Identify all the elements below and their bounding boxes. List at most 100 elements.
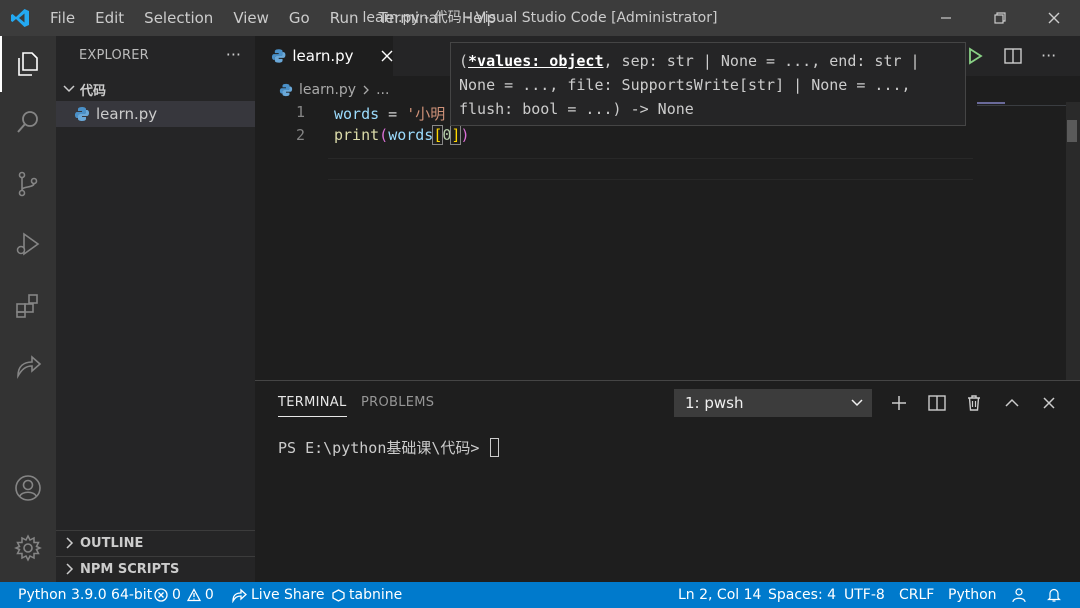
python-interpreter[interactable]: Python 3.9.0 64-bit — [18, 582, 152, 608]
menu-file[interactable]: File — [40, 0, 85, 36]
chevron-right-icon — [66, 563, 74, 575]
breadcrumb: learn.py ... — [279, 79, 389, 101]
trash-icon — [968, 395, 980, 411]
problems-indicator[interactable]: 0 0 — [154, 582, 214, 608]
tab-terminal[interactable]: TERMINAL — [278, 395, 347, 417]
menu-run[interactable]: Run — [320, 0, 369, 36]
warning-count: 0 — [204, 587, 214, 603]
explorer-sidebar: EXPLORER ··· 代码 learn.py OUTLINE NPM SCR… — [56, 36, 255, 582]
vscode-logo-icon — [0, 0, 40, 36]
chevron-right-icon — [66, 537, 74, 549]
account-icon[interactable] — [0, 460, 56, 516]
cursor-position[interactable]: Ln 2, Col 14 — [678, 582, 761, 608]
maximize-panel-button[interactable] — [998, 389, 1026, 417]
file-item-learn-py[interactable]: learn.py — [56, 101, 255, 127]
editor-scrollbar-thumb[interactable] — [1067, 120, 1077, 142]
file-name: learn.py — [96, 105, 158, 123]
menu-help[interactable]: Help — [452, 0, 506, 36]
tab-terminal-label: TERMINAL — [278, 395, 347, 410]
npm-scripts-label: NPM SCRIPTS — [80, 561, 180, 577]
terminal-prompt: PS E:\python基础课\代码> — [278, 439, 489, 457]
restore-button[interactable] — [974, 0, 1026, 36]
terminal-output[interactable]: PS E:\python基础课\代码> — [278, 437, 500, 458]
folder-name: 代码 — [80, 83, 107, 99]
language-mode[interactable]: Python — [948, 582, 997, 608]
live-share-label: Live Share — [251, 587, 325, 603]
tab-problems[interactable]: PROBLEMS — [361, 395, 434, 410]
notifications-bell-icon[interactable] — [1046, 582, 1062, 608]
tabnine-icon — [332, 588, 345, 602]
close-panel-button[interactable] — [1035, 389, 1063, 417]
code-token-op: = — [379, 105, 407, 123]
signature-active-param: *values: object — [468, 52, 604, 70]
live-share-icon[interactable] — [0, 338, 56, 394]
folder-row[interactable]: 代码 — [56, 78, 255, 100]
restore-icon — [994, 12, 1006, 24]
menu-edit[interactable]: Edit — [85, 0, 134, 36]
editor-scrollbar[interactable] — [1066, 102, 1080, 380]
extensions-icon[interactable] — [0, 278, 56, 334]
menu-view[interactable]: View — [223, 0, 279, 36]
minimap[interactable] — [977, 102, 1005, 104]
menu-selection[interactable]: Selection — [134, 0, 223, 36]
npm-scripts-section[interactable]: NPM SCRIPTS — [56, 556, 255, 581]
code-line-2[interactable]: print(words[0]) — [334, 125, 469, 145]
error-icon — [154, 588, 168, 602]
outline-section[interactable]: OUTLINE — [56, 530, 255, 555]
close-icon — [1048, 12, 1060, 24]
signature-line-2: None = ..., file: SupportsWrite[str] | N… — [459, 76, 911, 94]
terminal-cursor — [490, 438, 500, 457]
new-terminal-button[interactable] — [885, 389, 913, 417]
feedback-icon[interactable] — [1011, 582, 1027, 608]
python-file-icon — [279, 83, 293, 97]
explorer-more-button[interactable]: ··· — [226, 45, 241, 64]
explorer-icon[interactable] — [0, 36, 56, 92]
close-tab-icon[interactable] — [380, 49, 393, 63]
indentation[interactable]: Spaces: 4 — [768, 582, 836, 608]
live-share-status[interactable]: Live Share — [231, 582, 324, 608]
editor-more-icon[interactable]: ··· — [1041, 46, 1056, 65]
menu-terminal[interactable]: Terminal — [369, 0, 452, 36]
python-file-icon — [271, 49, 286, 63]
chevron-down-icon — [63, 85, 75, 93]
code-token-paren: ( — [379, 126, 389, 144]
signature-rest: , sep: str | None = ..., end: str | — [603, 52, 920, 70]
encoding[interactable]: UTF-8 — [844, 582, 885, 608]
code-line-1[interactable]: words = '小明 — [334, 103, 445, 124]
code-token-var: words — [334, 105, 380, 123]
signature-line-3: flush: bool = ...) -> None — [459, 100, 694, 118]
line-number: 1 — [295, 103, 305, 121]
end-of-line[interactable]: CRLF — [899, 582, 934, 608]
minimize-icon — [941, 17, 951, 19]
close-icon — [1043, 397, 1055, 409]
run-debug-icon[interactable] — [0, 216, 56, 272]
breadcrumb-file[interactable]: learn.py — [299, 82, 356, 98]
code-token-func: print — [334, 126, 380, 144]
warning-icon — [186, 588, 201, 602]
minimize-button[interactable] — [920, 0, 972, 36]
tabnine-status[interactable]: tabnine — [332, 582, 402, 608]
terminal-select-value: 1: pwsh — [685, 394, 744, 412]
chevron-right-icon — [363, 85, 370, 95]
split-editor-icon[interactable] — [1003, 46, 1023, 70]
tab-learn-py[interactable]: learn.py — [255, 36, 393, 76]
split-icon — [928, 395, 946, 411]
close-window-button[interactable] — [1028, 0, 1080, 36]
search-icon[interactable] — [0, 94, 56, 150]
gear-icon[interactable] — [0, 520, 56, 576]
signature-open-paren: ( — [459, 52, 469, 70]
source-control-icon[interactable] — [0, 156, 56, 212]
menu-go[interactable]: Go — [279, 0, 320, 36]
breadcrumb-symbol[interactable]: ... — [376, 82, 389, 98]
terminal-select[interactable]: 1: pwsh — [674, 389, 872, 417]
title-bar: File Edit Selection View Go Run Terminal… — [0, 0, 1080, 36]
tabnine-label: tabnine — [349, 587, 403, 603]
signature-line-1: (*values: object, sep: str | None = ...,… — [459, 49, 957, 73]
error-count: 0 — [172, 587, 181, 603]
line-number: 2 — [295, 126, 305, 144]
current-line-highlight — [328, 158, 973, 180]
split-terminal-button[interactable] — [923, 389, 951, 417]
run-icon[interactable] — [965, 46, 985, 70]
kill-terminal-button[interactable] — [960, 389, 988, 417]
code-token-string: '小明 — [406, 105, 446, 123]
